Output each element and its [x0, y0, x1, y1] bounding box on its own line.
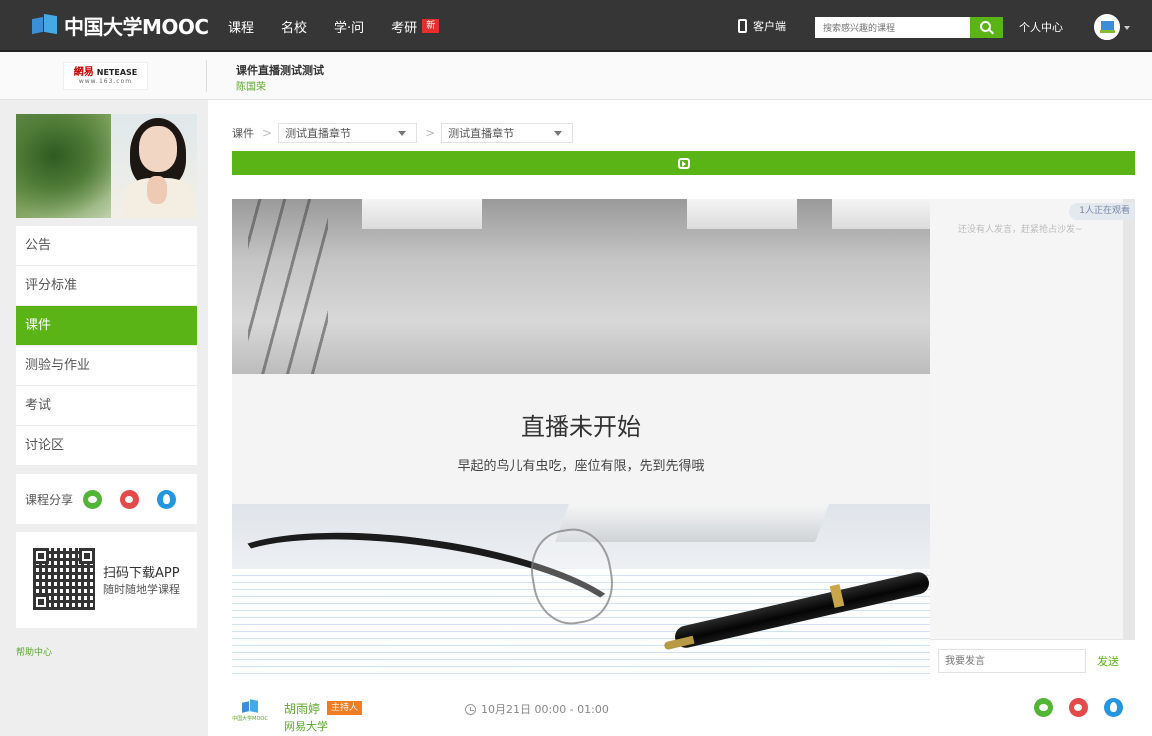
chat-panel: 1人正在观看 还没有人发言，赶紧抢占沙发~ 发送 [930, 199, 1135, 680]
course-header: 網易 NETEASE www.163.com 课件直播测试测试 陈国荣 [0, 52, 1152, 100]
logo-text: 中国大学MOOC [64, 14, 209, 39]
live-video-area[interactable]: 直播未开始 早起的鸟儿有虫吃，座位有限，先到先得哦 [232, 199, 930, 680]
search-box [815, 17, 1003, 38]
netease-logo-url: www.163.com [78, 77, 133, 85]
chat-input-row: 发送 [930, 639, 1135, 680]
divider [206, 60, 207, 92]
search-button[interactable] [970, 17, 1003, 38]
chat-scrollbar[interactable] [1123, 199, 1135, 639]
dropdown-arrow-icon [554, 131, 563, 136]
nav-xuewen-label: 学·问 [334, 20, 365, 36]
course-teacher[interactable]: 陈国荣 [236, 78, 266, 93]
viewer-count: 1人正在观看 [1069, 203, 1135, 220]
chevron-down-icon[interactable] [1124, 26, 1130, 30]
search-input[interactable] [815, 17, 970, 38]
host-school-logo: 中国大学MOOC [230, 698, 270, 726]
qq-icon[interactable] [157, 489, 177, 509]
clock-icon [465, 703, 476, 715]
mooc-logo[interactable]: 中国大学MOOC [32, 12, 209, 39]
menu-item-grading[interactable]: 评分标准 [16, 266, 197, 306]
host-name[interactable]: 胡雨婷 [284, 700, 320, 717]
breadcrumb-separator: > [262, 126, 273, 140]
left-sidebar: 公告 评分标准 课件 测验与作业 考试 讨论区 课程分享 扫码下载APP 随时随… [16, 114, 197, 628]
nav-schools[interactable]: 名校 [281, 17, 307, 36]
course-cover-image [16, 114, 197, 218]
app-download-title: 扫码下载APP [103, 566, 180, 581]
nav-courses[interactable]: 课程 [228, 17, 254, 36]
new-badge: 新 [422, 19, 440, 33]
chapter-select[interactable]: 测试直播章节 [278, 123, 418, 143]
menu-item-announcement[interactable]: 公告 [16, 226, 197, 266]
breadcrumb: 课件 > 测试直播章节 > 测试直播章节 [232, 123, 581, 143]
breadcrumb-separator: > [425, 126, 436, 140]
nav-courses-label: 课程 [228, 20, 255, 36]
live-type-bar[interactable] [232, 151, 1135, 175]
help-center-link[interactable]: 帮助中心 [16, 645, 52, 658]
chapter-select-value: 测试直播章节 [285, 127, 352, 140]
main-content: 课件 > 测试直播章节 > 测试直播章节 直播未开始 早起的鸟儿有虫吃，座位有限… [208, 100, 1152, 736]
nav-kaoyan[interactable]: 考研新 [391, 17, 440, 36]
mooc-logo-icon [32, 13, 58, 35]
app-download-subtitle: 随时随地学课程 [103, 583, 180, 596]
weibo-icon[interactable] [1069, 698, 1088, 717]
live-share [1034, 698, 1139, 717]
course-share: 课程分享 [16, 474, 197, 524]
host-logo-text: 中国大学MOOC [232, 716, 268, 722]
main-nav: 课程 名校 学·问 考研新 [228, 0, 466, 52]
live-status-title: 直播未开始 [521, 413, 641, 441]
dropdown-arrow-icon [398, 131, 407, 136]
menu-item-courseware[interactable]: 课件 [16, 306, 197, 346]
client-label: 客户端 [753, 20, 786, 33]
section-select-value: 测试直播章节 [448, 127, 515, 140]
video-play-icon [677, 157, 690, 169]
share-label: 课程分享 [25, 492, 74, 507]
nav-xuewen[interactable]: 学·问 [334, 17, 364, 36]
breadcrumb-root[interactable]: 课件 [232, 125, 254, 141]
user-center-link[interactable]: 个人中心 [1019, 19, 1063, 35]
nav-kaoyan-label: 考研 [391, 20, 418, 36]
user-avatar[interactable] [1094, 14, 1120, 40]
live-time-text: 10月21日 00:00 - 01:00 [481, 703, 609, 716]
qq-icon[interactable] [1104, 698, 1123, 717]
menu-item-exam[interactable]: 考试 [16, 386, 197, 426]
search-icon [980, 21, 991, 32]
app-download: 扫码下载APP 随时随地学课程 [16, 532, 197, 628]
section-select[interactable]: 测试直播章节 [441, 123, 574, 143]
course-title: 课件直播测试测试 [236, 64, 324, 77]
weibo-icon[interactable] [120, 489, 140, 509]
host-school: 网易大学 [284, 720, 328, 733]
course-menu: 公告 评分标准 课件 测验与作业 考试 讨论区 [16, 226, 197, 466]
live-status-subtitle: 早起的鸟儿有虫吃，座位有限，先到先得哦 [457, 459, 705, 474]
live-time: 10月21日 00:00 - 01:00 [465, 701, 609, 717]
netease-logo-main: 網易 NETEASE [73, 66, 138, 78]
host-badge: 主持人 [327, 701, 363, 715]
netease-logo[interactable]: 網易 NETEASE www.163.com [63, 62, 148, 90]
nav-schools-label: 名校 [281, 20, 308, 36]
wechat-icon[interactable] [1034, 698, 1053, 717]
send-button[interactable]: 发送 [1097, 653, 1119, 669]
chat-empty-text: 还没有人发言，赶紧抢占沙发~ [958, 225, 1083, 235]
qr-code [33, 548, 95, 610]
menu-item-forum[interactable]: 讨论区 [16, 426, 197, 466]
menu-item-quiz[interactable]: 测验与作业 [16, 346, 197, 386]
client-download-link[interactable]: 客户端 [738, 18, 786, 34]
wechat-icon[interactable] [83, 489, 103, 509]
top-navbar: 中国大学MOOC 课程 名校 学·问 考研新 客户端 个人中心 [0, 0, 1152, 52]
phone-icon [738, 19, 747, 33]
chat-input[interactable] [938, 649, 1086, 673]
